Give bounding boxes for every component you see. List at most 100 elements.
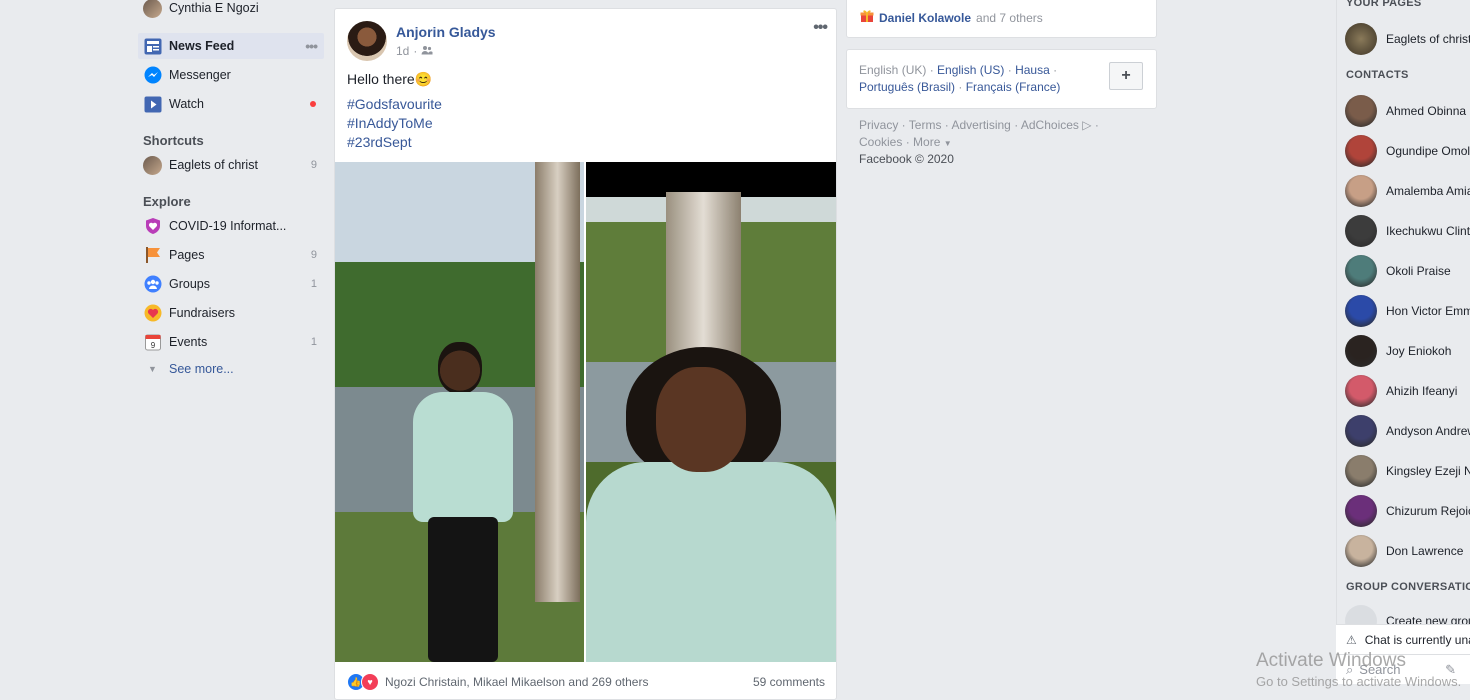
page-name: Eaglets of christ xyxy=(1386,32,1470,46)
group-avatar xyxy=(143,155,162,175)
footer-link[interactable]: AdChoices xyxy=(1021,118,1079,132)
comments-count[interactable]: 59 comments xyxy=(753,675,825,689)
footer-links-row-1: Privacy · Terms · Advertising · AdChoice… xyxy=(859,118,1099,132)
post-timestamp[interactable]: 1d xyxy=(396,44,409,58)
birthday-name[interactable]: Daniel Kolawole xyxy=(879,11,971,25)
contact-avatar xyxy=(1345,135,1377,167)
language-option[interactable]: English (US) xyxy=(937,63,1004,77)
add-language-button[interactable]: + xyxy=(1109,62,1143,90)
chevron-down-icon: ▼ xyxy=(148,364,157,374)
explore-item-covid[interactable]: COVID-19 Informat... xyxy=(138,213,324,239)
contact-item[interactable]: Don Lawrence xyxy=(1345,535,1470,567)
pages-flag-icon xyxy=(143,246,162,265)
explore-item-pages[interactable]: Pages 9 xyxy=(138,242,324,268)
events-calendar-icon: 9 xyxy=(143,333,162,352)
svg-text:9: 9 xyxy=(150,341,155,350)
profile-avatar xyxy=(143,0,162,18)
contact-name: Hon Victor Emmanuel xyxy=(1386,304,1470,318)
page-item[interactable]: Eaglets of christ xyxy=(1345,23,1470,55)
post-photo-2[interactable] xyxy=(586,162,836,662)
contact-item[interactable]: Hon Victor Emmanuel xyxy=(1345,295,1470,327)
contact-item[interactable]: Joy Eniokoh xyxy=(1345,335,1470,367)
copyright: Facebook © 2020 xyxy=(859,152,954,166)
explore-heading: Explore xyxy=(143,194,191,209)
explore-count: 9 xyxy=(310,249,317,261)
profile-link[interactable]: Cynthia E Ngozi xyxy=(138,0,324,21)
hashtag-link[interactable]: #Godsfavourite xyxy=(347,96,442,112)
profile-name: Cynthia E Ngozi xyxy=(169,1,259,15)
sidebar-item-messenger[interactable]: Messenger xyxy=(138,62,324,88)
see-more-link[interactable]: ▼ See more... xyxy=(138,356,324,382)
sidebar-item-label: Watch xyxy=(169,97,204,111)
sidebar-item-label: Messenger xyxy=(169,68,231,82)
contact-item[interactable]: Okoli Praise xyxy=(1345,255,1470,287)
contact-item[interactable]: Ahmed Obinna xyxy=(1345,95,1470,127)
contact-avatar xyxy=(1345,95,1377,127)
explore-item-events[interactable]: 9 Events 1 xyxy=(138,329,324,355)
news-feed-icon xyxy=(143,37,162,56)
contact-item[interactable]: Andyson Andrew xyxy=(1345,415,1470,447)
birthday-text[interactable]: Daniel Kolawole and 7 others xyxy=(860,9,1043,26)
contact-item[interactable]: Kingsley Ezeji Nnamdi xyxy=(1345,455,1470,487)
contact-avatar xyxy=(1345,535,1377,567)
shortcut-label: Eaglets of christ xyxy=(169,158,258,172)
contact-name: Joy Eniokoh xyxy=(1386,344,1452,358)
explore-label: Fundraisers xyxy=(169,306,235,320)
contact-item[interactable]: Ahizih Ifeanyi xyxy=(1345,375,1470,407)
explore-count: 1 xyxy=(310,336,317,348)
sidebar-item-news-feed[interactable]: News Feed ••• xyxy=(138,33,324,59)
post-photo-1[interactable] xyxy=(335,162,584,662)
contact-avatar xyxy=(1345,295,1377,327)
language-option[interactable]: Hausa xyxy=(1015,63,1050,77)
shortcut-item-eaglets[interactable]: Eaglets of christ 9 xyxy=(138,152,324,178)
footer-links-row-2: Cookies · More ▼ xyxy=(859,135,952,149)
sidebar-item-label: News Feed xyxy=(169,39,235,53)
friends-audience-icon[interactable] xyxy=(421,44,433,58)
contact-name: Don Lawrence xyxy=(1386,544,1464,558)
contact-name: Ahmed Obinna xyxy=(1386,104,1467,118)
shortcuts-heading: Shortcuts xyxy=(143,133,204,148)
adchoices-icon: ▷ xyxy=(1082,118,1092,132)
post-text: Hello there😊 xyxy=(347,71,433,87)
footer-link[interactable]: More xyxy=(913,135,940,149)
watch-icon xyxy=(143,95,162,114)
language-card: English (UK) · English (US) · Hausa · Po… xyxy=(846,49,1157,109)
covid-heart-icon xyxy=(143,217,162,236)
post-author-name[interactable]: Anjorin Gladys xyxy=(396,24,496,40)
language-option[interactable]: Français (France) xyxy=(966,80,1061,94)
feed-post: Anjorin Gladys 1d · ••• Hello there😊 #Go… xyxy=(334,8,837,700)
reactions-summary[interactable]: Ngozi Christain, Mikael Mikaelson and 26… xyxy=(385,675,648,689)
explore-item-fundraisers[interactable]: Fundraisers xyxy=(138,300,324,326)
shortcut-count: 9 xyxy=(310,159,317,171)
contact-item[interactable]: Chizurum Rejoice xyxy=(1345,495,1470,527)
footer-link[interactable]: Terms xyxy=(909,118,942,132)
hashtag-link[interactable]: #InAddyToMe xyxy=(347,115,433,131)
contact-avatar xyxy=(1345,375,1377,407)
explore-item-groups[interactable]: Groups 1 xyxy=(138,271,324,297)
contact-item[interactable]: Ogundipe Omolola xyxy=(1345,135,1470,167)
contact-avatar xyxy=(1345,415,1377,447)
explore-count: 1 xyxy=(310,278,317,290)
more-options-icon[interactable]: ••• xyxy=(305,38,318,54)
activate-windows-watermark: Activate Windows xyxy=(1256,650,1406,671)
love-icon: ♥ xyxy=(361,673,379,691)
footer-link[interactable]: Advertising xyxy=(951,118,1010,132)
sidebar-item-watch[interactable]: Watch xyxy=(138,91,324,117)
contact-avatar xyxy=(1345,175,1377,207)
author-avatar[interactable] xyxy=(347,21,387,61)
contact-item[interactable]: Amalemba Amiaye xyxy=(1345,175,1470,207)
contact-item[interactable]: Ikechukwu Clinton xyxy=(1345,215,1470,247)
reaction-icons[interactable]: 👍 ♥ xyxy=(347,673,379,691)
footer-link[interactable]: Cookies xyxy=(859,135,902,149)
post-options-icon[interactable]: ••• xyxy=(813,19,828,37)
contacts-heading: CONTACTS xyxy=(1346,69,1409,81)
language-option[interactable]: Português (Brasil) xyxy=(859,80,955,94)
explore-label: Events xyxy=(169,335,208,349)
notification-dot xyxy=(310,101,316,107)
footer-link[interactable]: Privacy xyxy=(859,118,898,132)
contact-avatar xyxy=(1345,215,1377,247)
contact-name: Ogundipe Omolola xyxy=(1386,144,1470,158)
contact-name: Ahizih Ifeanyi xyxy=(1386,384,1458,398)
hashtag-link[interactable]: #23rdSept xyxy=(347,134,412,150)
fundraisers-icon xyxy=(143,304,162,323)
